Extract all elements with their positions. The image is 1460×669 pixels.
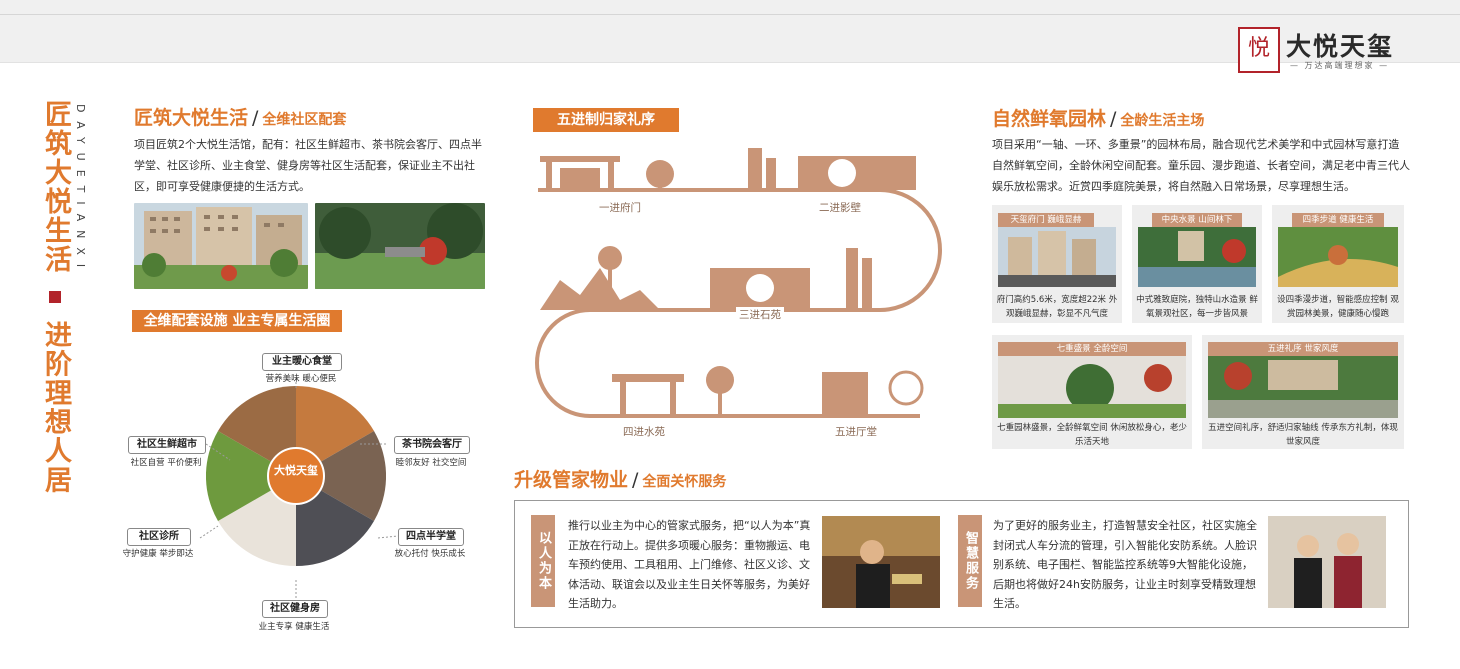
service-left-text: 推行以业主为中心的管家式服务，把“以人为本”真正放在行动上。提供多项暖心服务：重… (568, 519, 811, 610)
route-stage-2: 二进影壁 (816, 200, 864, 215)
node-clinic-desc: 守护健康 举步即达 (122, 549, 194, 559)
garden-card-4: 七重盛景 全龄空间 七重园林盛景，全龄鲜氧空间 休闲放松身心，老少乐活天地 (992, 335, 1192, 449)
node-tea-house: 茶书院会客厅 (394, 436, 470, 454)
garden-card-1-label: 天玺府门 巍峨显赫 (998, 213, 1094, 227)
node-study-hall-desc: 放心托付 快乐成长 (394, 549, 466, 559)
route-stage-4: 四进水苑 (620, 424, 668, 439)
garden-card-5-label: 五进礼序 世家风度 (1208, 342, 1398, 356)
node-supermarket: 社区生鲜超市 (128, 436, 206, 454)
node-supermarket-desc: 社区自营 平价便利 (130, 458, 202, 468)
brand-seal-icon: 悦 (1238, 27, 1280, 73)
garden-card-2: 中央水景 山间林下 中式雅致庭院，独特山水造景 鲜氧景观社区，每一步皆风景 (1132, 205, 1262, 323)
route-stage-3: 三进石苑 (736, 307, 784, 322)
garden-heading: 自然鲜氧园林 / 全龄生活主场 (992, 108, 1205, 130)
garden-card-5: 五进礼序 世家风度 五进空间礼序，舒适归家轴线 传承东方礼制，体现世家风度 (1202, 335, 1404, 449)
side-pinyin: DAYUETIANXI (74, 104, 87, 277)
route-stage-1: 一进府门 (596, 200, 644, 215)
section2-banner: 全维配套设施 业主专属生活圈 (132, 310, 342, 332)
node-canteen: 业主暖心食堂 (262, 353, 342, 371)
section1-title: 匠筑大悦生活 (134, 107, 249, 129)
garden-card-1: 天玺府门 巍峨显赫 府门高约5.6米，宽度超22米 外观巍峨显赫，彰显不凡气度 (992, 205, 1122, 323)
side-seal-icon (49, 291, 61, 304)
route-stage-5: 五进厅堂 (832, 424, 880, 439)
node-gym: 社区健身房 (262, 600, 328, 618)
service-right-tag: 智慧服务 (958, 515, 982, 607)
garden-card-2-photo (1138, 227, 1256, 287)
service-heading: 升级管家物业 / 全面关怀服务 (514, 469, 727, 491)
node-clinic: 社区诊所 (127, 528, 191, 546)
service-right-text: 为了更好的服务业主，打造智慧安全社区，社区实施全封闭式人车分流的管理，引入智能化… (993, 519, 1257, 610)
garden-card-3-photo (1278, 227, 1398, 287)
garden-subtitle: 全龄生活主场 (1120, 113, 1205, 129)
section1-heading: 匠筑大悦生活 / 全维社区配套 (134, 107, 347, 129)
route-diagram (535, 148, 942, 418)
node-canteen-desc: 营养美味 暖心便民 (265, 374, 337, 384)
garden-card-3-text: 设四季漫步道，智能感应控制 观赏园林美景，健康随心慢跑 (1277, 295, 1399, 319)
garden-card-4-photo (998, 356, 1186, 418)
concierge-photo (822, 516, 940, 608)
side-title: 匠筑大悦生活 进阶理想人居 (38, 100, 71, 495)
brand-name: 大悦天玺 (1286, 32, 1395, 61)
garden-card-1-text: 府门高约5.6米，宽度超22米 外观巍峨显赫，彰显不凡气度 (996, 295, 1118, 319)
section1-text: 项目匠筑2个大悦生活馆，配有：社区生鲜超市、茶书院会客厅、四点半学堂、社区诊所、… (134, 138, 482, 193)
route-banner: 五进制归家礼序 (533, 108, 679, 132)
side-title-bottom: 进阶理想人居 (40, 320, 71, 495)
brand-tagline: — 万达高端理想家 — (1290, 61, 1390, 70)
garden-card-4-text: 七重园林盛景，全龄鲜氧空间 休闲放松身心，老少乐活天地 (997, 423, 1187, 447)
doorman-photo (1268, 516, 1386, 608)
garden-card-5-text: 五进空间礼序，舒适归家轴线 传承东方礼制，体现世家风度 (1208, 423, 1398, 447)
garden-card-2-label: 中央水景 山间林下 (1152, 213, 1242, 227)
node-tea-house-desc: 睦邻友好 社交空间 (395, 458, 467, 468)
side-title-top: 匠筑大悦生活 (40, 100, 71, 274)
header-line (0, 14, 1460, 15)
section1-subtitle: 全维社区配套 (262, 112, 347, 128)
garden-card-1-photo (998, 227, 1116, 287)
garden-card-3: 四季步道 健康生活 设四季漫步道，智能感应控制 观赏园林美景，健康随心慢跑 (1272, 205, 1404, 323)
garden-title: 自然鲜氧园林 (992, 108, 1107, 130)
garden-text: 项目采用“一轴、一环、多重景”的园林布局，融合现代艺术美学和中式园林写意打造自然… (992, 138, 1410, 193)
service-left-tag: 以人为本 (531, 515, 555, 607)
garden-card-2-text: 中式雅致庭院，独特山水造景 鲜氧景观社区，每一步皆风景 (1136, 295, 1258, 319)
garden-lawn-photo (315, 203, 485, 289)
service-subtitle: 全面关怀服务 (642, 474, 727, 490)
garden-card-3-label: 四季步道 健康生活 (1292, 213, 1384, 227)
garden-card-5-photo (1208, 356, 1398, 418)
service-title: 升级管家物业 (514, 469, 629, 491)
node-gym-desc: 业主专享 健康生活 (258, 622, 330, 632)
garden-card-4-label: 七重盛景 全龄空间 (998, 342, 1186, 356)
node-study-hall: 四点半学堂 (398, 528, 464, 546)
clubhouse-building-photo (134, 203, 308, 289)
